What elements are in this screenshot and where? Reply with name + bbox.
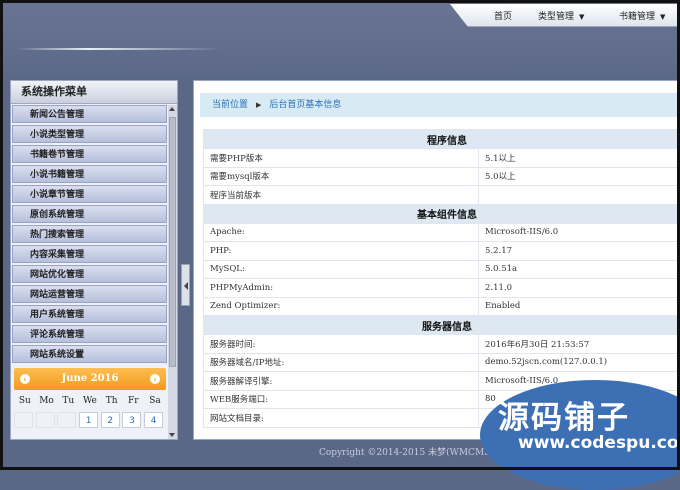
weekday-label: Tu xyxy=(57,396,79,406)
section-header-row: 基本组件信息 xyxy=(204,204,680,223)
sidebar-item-collect[interactable]: 内容采集管理 xyxy=(12,245,167,263)
scroll-thumb[interactable] xyxy=(169,117,176,367)
sidebar-item-original[interactable]: 原创系统管理 xyxy=(12,205,167,223)
row-value: 5.0.51a xyxy=(479,260,680,279)
row-label: PHP: xyxy=(204,242,479,261)
calendar-day[interactable]: 3 xyxy=(122,412,141,428)
calendar-week-row: 1 2 3 4 xyxy=(14,412,166,428)
sidebar-item-comments[interactable]: 评论系统管理 xyxy=(12,325,167,343)
weekday-label: Th xyxy=(101,396,123,406)
table-row: Zend Optimizer:Enabled xyxy=(204,297,680,316)
sidebar-toggle-button[interactable] xyxy=(181,264,190,306)
row-label: 服务器时间: xyxy=(204,335,479,354)
table-row: PHPMyAdmin:2.11.0 xyxy=(204,279,680,298)
sidebar-item-books[interactable]: 小说书籍管理 xyxy=(12,165,167,183)
watermark-title: 源码铺子 xyxy=(498,392,630,437)
row-label: 需要PHP版本 xyxy=(204,149,479,168)
table-row: 需要PHP版本5.1以上 xyxy=(204,149,680,168)
scroll-up-icon[interactable] xyxy=(169,107,175,111)
section-title-server: 服务器信息 xyxy=(204,316,680,335)
row-value: demo.52jscn.com(127.0.0.1) xyxy=(479,353,680,372)
sidebar-item-users[interactable]: 用户系统管理 xyxy=(12,305,167,323)
chevron-down-icon: ▼ xyxy=(660,13,665,21)
header-decoration xyxy=(16,48,221,50)
sidebar-item-news[interactable]: 新闻公告管理 xyxy=(12,105,167,123)
row-label: 程序当前版本 xyxy=(204,186,479,205)
row-value: 5.2.17 xyxy=(479,242,680,261)
table-row: 服务器时间:2016年6月30日 21:53:57 xyxy=(204,335,680,354)
table-row: MySQL:5.0.51a xyxy=(204,260,680,279)
calendar-day[interactable]: 2 xyxy=(101,412,120,428)
weekday-label: Sa xyxy=(144,396,166,406)
calendar: ‹ June 2016 › Su Mo Tu We Th Fr Sa 1 2 3… xyxy=(14,368,166,428)
watermark-url: www.codespu.com xyxy=(518,433,680,453)
next-month-icon[interactable]: › xyxy=(150,374,160,384)
calendar-header: ‹ June 2016 › xyxy=(14,368,166,390)
table-row: 服务器域名/IP地址:demo.52jscn.com(127.0.0.1) xyxy=(204,353,680,372)
footer-copyright: Copyright ©2014-2015 未梦(WMCMS) xyxy=(319,445,494,458)
chevron-down-icon: ▼ xyxy=(579,13,584,21)
calendar-day-empty xyxy=(36,412,55,428)
sidebar-item-volumes[interactable]: 书籍卷节管理 xyxy=(12,145,167,163)
nav-books-menu[interactable]: 书籍管理 ▼ xyxy=(619,9,665,22)
section-header-row: 服务器信息 xyxy=(204,316,680,335)
section-title-program: 程序信息 xyxy=(204,130,680,149)
sidebar-item-seo[interactable]: 网站优化管理 xyxy=(12,265,167,283)
sidebar-item-operation[interactable]: 网站运营管理 xyxy=(12,285,167,303)
row-label: Apache: xyxy=(204,223,479,242)
header: 首页 类型管理 ▼ 书籍管理 ▼ xyxy=(0,0,680,78)
sidebar-item-novel-types[interactable]: 小说类型管理 xyxy=(12,125,167,143)
breadcrumb-current-label[interactable]: 当前位置 xyxy=(212,100,248,110)
weekday-label: Su xyxy=(14,396,36,406)
nav-types-label: 类型管理 xyxy=(538,12,574,22)
prev-month-icon[interactable]: ‹ xyxy=(20,374,30,384)
nav-types-menu[interactable]: 类型管理 ▼ xyxy=(538,9,584,22)
row-value: 5.0以上 xyxy=(479,167,680,186)
sidebar: 系统操作菜单 新闻公告管理 小说类型管理 书籍卷节管理 小说书籍管理 小说章节管… xyxy=(10,80,178,440)
row-label: 服务器域名/IP地址: xyxy=(204,353,479,372)
row-label: MySQL: xyxy=(204,260,479,279)
calendar-day-empty xyxy=(57,412,76,428)
nav-books-label: 书籍管理 xyxy=(619,12,655,22)
calendar-month: June 2016 xyxy=(62,373,119,384)
table-row: 需要mysql版本5.0以上 xyxy=(204,167,680,186)
weekday-label: We xyxy=(79,396,101,406)
top-nav: 首页 类型管理 ▼ 书籍管理 ▼ xyxy=(450,4,680,27)
sidebar-title: 系统操作菜单 xyxy=(11,81,177,104)
scroll-down-icon[interactable] xyxy=(169,433,175,437)
row-value: Enabled xyxy=(479,297,680,316)
row-value: Microsoft-IIS/6.0 xyxy=(479,223,680,242)
row-label: 需要mysql版本 xyxy=(204,167,479,186)
calendar-weekdays: Su Mo Tu We Th Fr Sa xyxy=(14,396,166,406)
table-row: PHP:5.2.17 xyxy=(204,242,680,261)
row-value: 5.1以上 xyxy=(479,149,680,168)
nav-home-link[interactable]: 首页 xyxy=(494,9,512,22)
collapse-left-icon xyxy=(184,282,188,290)
calendar-day[interactable]: 1 xyxy=(79,412,98,428)
sidebar-menu: 新闻公告管理 小说类型管理 书籍卷节管理 小说书籍管理 小说章节管理 原创系统管… xyxy=(12,105,167,365)
breadcrumb-page[interactable]: 后台首页基本信息 xyxy=(269,100,341,110)
row-label: PHPMyAdmin: xyxy=(204,279,479,298)
table-row: Apache:Microsoft-IIS/6.0 xyxy=(204,223,680,242)
breadcrumb-arrow-icon: ▶ xyxy=(256,101,261,109)
row-value: 2.11.0 xyxy=(479,279,680,298)
section-title-components: 基本组件信息 xyxy=(204,204,680,223)
calendar-day-empty xyxy=(14,412,33,428)
breadcrumb: 当前位置 ▶ 后台首页基本信息 xyxy=(200,93,680,117)
sidebar-item-chapters[interactable]: 小说章节管理 xyxy=(12,185,167,203)
row-label: WEB服务端口: xyxy=(204,390,479,409)
section-header-row: 程序信息 xyxy=(204,130,680,149)
row-label: 网站文档目录: xyxy=(204,409,479,428)
sidebar-item-hot-search[interactable]: 热门搜索管理 xyxy=(12,225,167,243)
row-label: 服务器解译引擎: xyxy=(204,372,479,391)
weekday-label: Fr xyxy=(122,396,144,406)
sidebar-item-settings[interactable]: 网站系统设置 xyxy=(12,345,167,363)
row-label: Zend Optimizer: xyxy=(204,297,479,316)
row-value: 2016年6月30日 21:53:57 xyxy=(479,335,680,354)
row-value xyxy=(479,186,680,205)
table-row: 程序当前版本 xyxy=(204,186,680,205)
sidebar-scrollbar[interactable] xyxy=(168,105,177,439)
calendar-day[interactable]: 4 xyxy=(144,412,163,428)
weekday-label: Mo xyxy=(36,396,58,406)
